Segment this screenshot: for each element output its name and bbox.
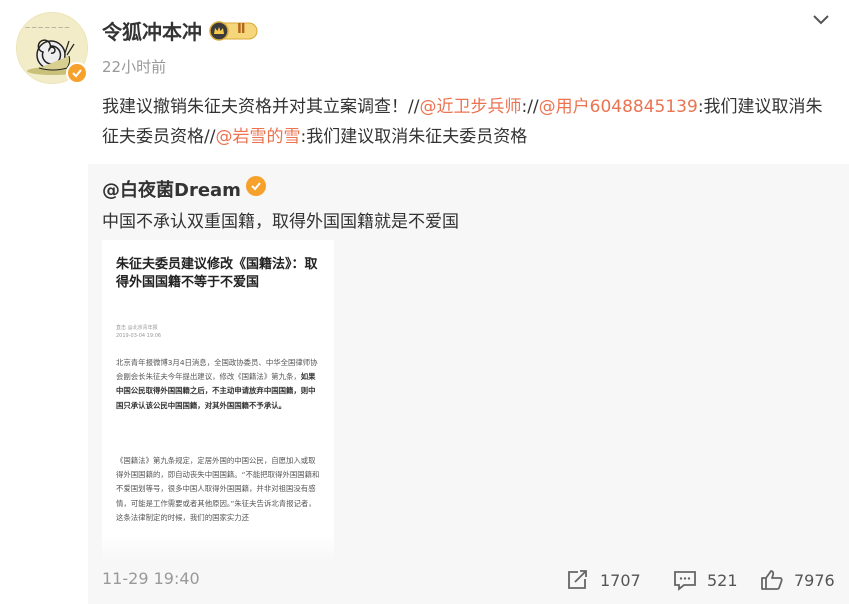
article-paragraph-2: 《国籍法》第九条规定，定居外国的中国公民，自愿加入或取得外国国籍的，即自动丧失中… bbox=[116, 456, 320, 522]
image-fade bbox=[102, 534, 334, 562]
post-timestamp: 22小时前 bbox=[102, 58, 167, 76]
like-count: 7976 bbox=[794, 570, 835, 590]
article-screenshot-image[interactable]: 朱征夫委员建议修改《国籍法》：取得外国国籍不等于不爱国 直击 @北京青年报 20… bbox=[102, 240, 334, 562]
verified-icon bbox=[66, 62, 88, 84]
repost-username[interactable]: @白夜菌Dream bbox=[102, 176, 241, 202]
like-icon bbox=[761, 570, 783, 590]
post-text: 我建议撤销朱征夫资格并对其立案调查！//@近卫步兵师://@用户60488451… bbox=[102, 92, 837, 152]
level-label: Ⅱ bbox=[237, 22, 246, 37]
mention-link[interactable]: @近卫步兵师 bbox=[419, 97, 521, 117]
post-text-part: :我们建议取消朱征夫委员资格 bbox=[300, 127, 528, 147]
level-badge[interactable]: Ⅱ bbox=[209, 20, 259, 42]
svg-text:— — — — — — —: — — — — — — — bbox=[25, 25, 70, 31]
repost-text: 中国不承认双重国籍，取得外国国籍就是不爱国 bbox=[102, 212, 459, 232]
article-title: 朱征夫委员建议修改《国籍法》：取得外国国籍不等于不爱国 bbox=[116, 257, 318, 290]
like-button[interactable]: 7976 bbox=[760, 566, 835, 594]
repost-button[interactable]: 1707 bbox=[566, 566, 641, 594]
article-source: 直击 @北京青年报 2019-03-04 19:06 bbox=[116, 325, 162, 339]
username[interactable]: 令狐冲本冲 bbox=[102, 16, 202, 45]
level-crown-icon bbox=[209, 21, 258, 41]
article-paragraph-1: 北京青年报微博3月4日消息，全国政协委员、中华全国律师协会副会长朱征夫今年提出建… bbox=[116, 356, 320, 413]
post-header: — — — — — — — 蜗牛 令狐冲本冲 Ⅱ 22小时前 bbox=[0, 0, 849, 84]
comment-button[interactable]: 521 bbox=[673, 566, 738, 594]
comment-count: 521 bbox=[707, 570, 738, 590]
chevron-down-icon[interactable] bbox=[810, 8, 832, 30]
verified-icon bbox=[246, 176, 266, 196]
repost-icon bbox=[568, 570, 587, 589]
mention-link[interactable]: @用户6048845139 bbox=[539, 97, 698, 117]
post-text-part: :// bbox=[521, 97, 539, 117]
repost-count: 1707 bbox=[600, 570, 641, 590]
repost-time: 11-29 19:40 bbox=[102, 569, 200, 588]
mention-link[interactable]: @岩雪的雪 bbox=[215, 127, 300, 147]
article-p1-text: 北京青年报微博3月4日消息，全国政协委员、中华全国律师协会副会长朱征夫今年提出建… bbox=[116, 358, 318, 382]
comment-icon bbox=[674, 571, 696, 591]
post-text-part: 我建议撤销朱征夫资格并对其立案调查！// bbox=[102, 97, 420, 117]
